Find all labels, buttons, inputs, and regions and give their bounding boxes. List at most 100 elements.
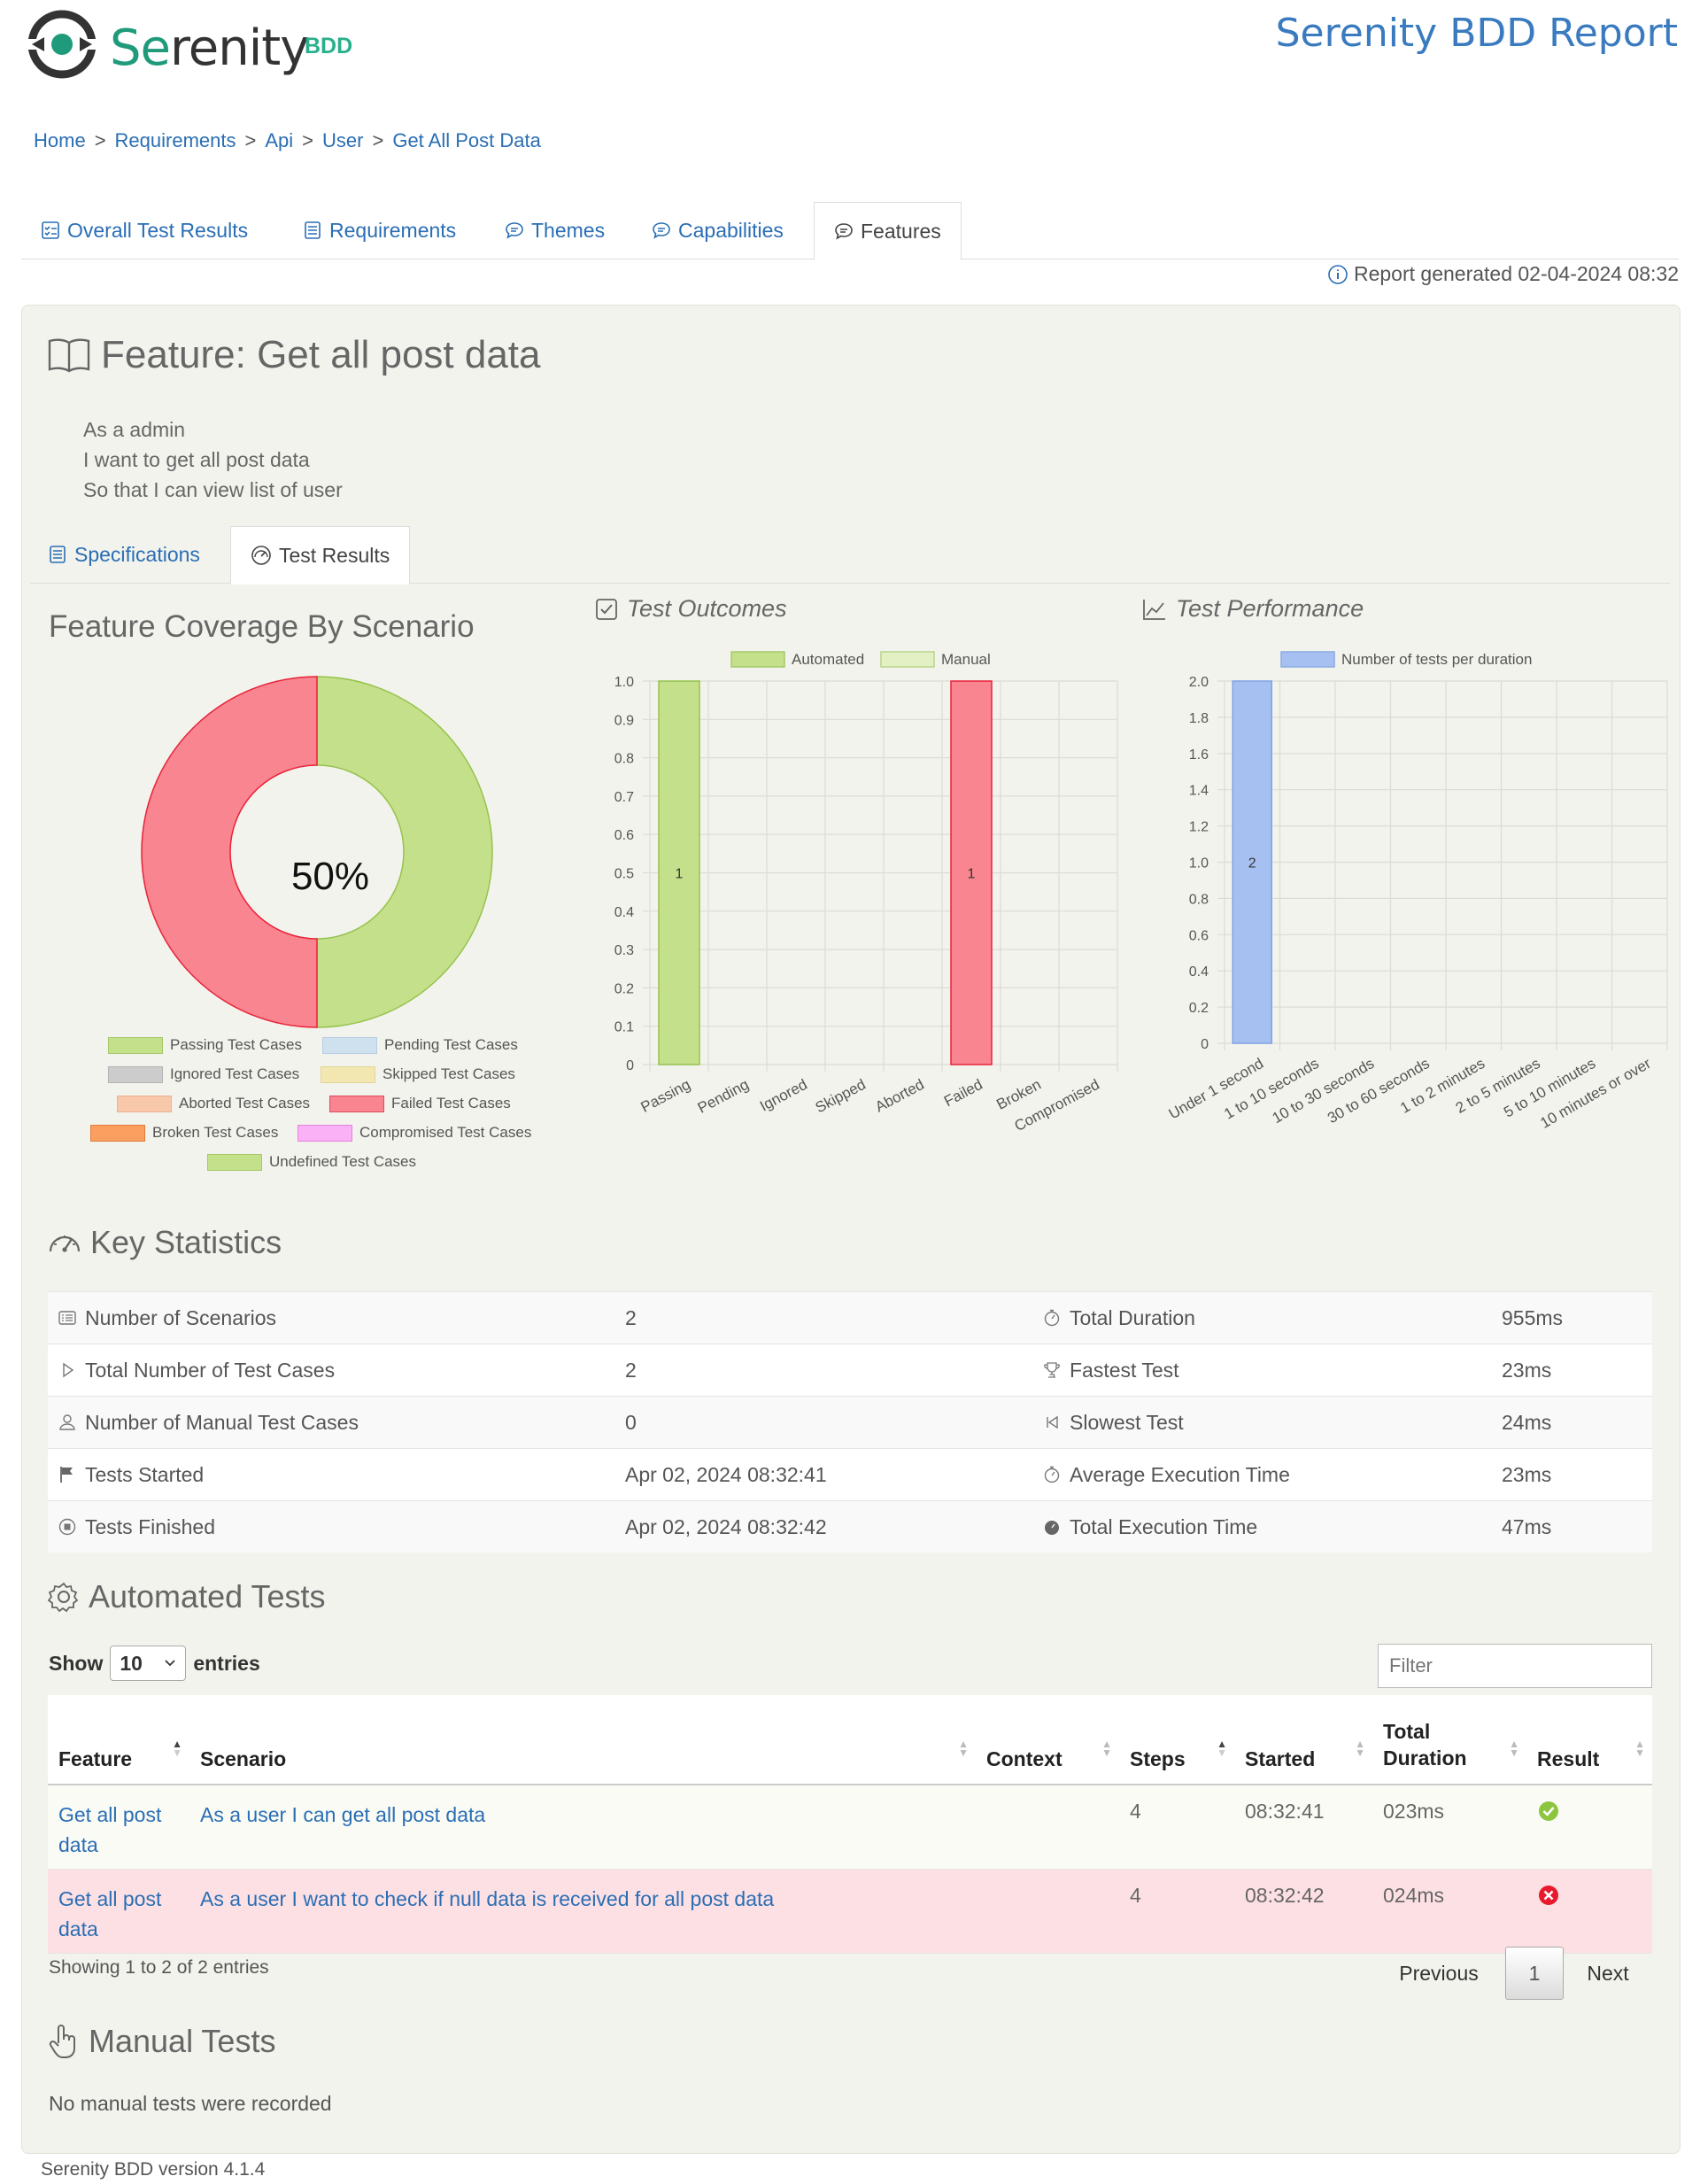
legend-label: Failed Test Cases [391,1095,511,1111]
list-icon [50,546,66,563]
y-tick-label: 1.2 [1189,820,1209,835]
tab-label: Capabilities [678,218,784,242]
narrative-line: So that I can view list of user [83,478,343,501]
legend-item[interactable]: Skipped Test Cases [321,1065,515,1083]
tab-overall-test-results[interactable]: Overall Test Results [41,202,248,259]
feature-narrative: As a admin I want to get all post data S… [83,414,343,505]
y-tick-label: 0.6 [1189,928,1209,943]
stat-value: Apr 02, 2024 08:32:41 [625,1448,1032,1501]
duration-cell: 023ms [1372,1785,1526,1870]
comment-icon [506,222,523,239]
narrative-line: I want to get all post data [83,448,310,471]
stat-label: Total Duration [1070,1305,1195,1329]
manual-tests-empty: No manual tests were recorded [49,2092,332,2115]
legend-item[interactable]: Automated [730,651,864,668]
legend-item[interactable]: Ignored Test Cases [108,1065,299,1083]
donut-slice-failed-test-cases[interactable] [141,676,318,1028]
y-tick-label: 1.4 [1189,784,1209,799]
scenario-link[interactable]: As a user I can get all post data [200,1803,485,1826]
stat-label: Total Number of Test Cases [85,1358,336,1382]
y-tick-label: 0.2 [614,981,634,996]
stat-value: 2 [625,1291,1032,1344]
scenario-link[interactable]: As a user I want to check if null data i… [200,1887,774,1910]
column-header-context[interactable]: Context ▲ ▼ [976,1695,1119,1785]
stat-value: 23ms [1502,1344,1652,1397]
previous-page-button[interactable]: Previous [1381,1947,1496,2000]
filter-input[interactable] [1378,1644,1652,1688]
stat-row: Total Number of Test Cases 2 Fastest Tes… [48,1344,1652,1397]
tab-features[interactable]: Features [814,202,962,260]
column-header-steps[interactable]: Steps ▲ ▼ [1119,1695,1234,1785]
breadcrumb-separator: > [302,129,314,151]
stat-row: Number of Manual Test Cases 0 Slowest Te… [48,1396,1652,1449]
legend-item[interactable]: Manual [880,651,991,668]
legend-swatch [108,1036,163,1054]
feature-tabs: Specifications Test Results [30,526,1670,585]
legend-swatch [321,1065,375,1083]
legend-item[interactable]: Broken Test Cases [90,1124,278,1142]
legend-label: Automated [792,651,864,668]
legend-label: Pending Test Cases [384,1036,518,1053]
tab-capabilities[interactable]: Capabilities [652,202,784,259]
coverage-percent-label: 50% [291,855,369,898]
narrative-line: As a admin [83,418,186,441]
next-page-button[interactable]: Next [1572,1947,1643,2000]
feature-title: Feature: Get all post data [48,333,541,377]
legend-item[interactable]: Undefined Test Cases [207,1153,416,1171]
stopwatch-filled-icon [1045,1518,1059,1535]
logo-suffix: BDD [305,34,353,58]
breadcrumb-current[interactable]: Get All Post Data [392,129,541,151]
tab-label: Features [861,219,941,243]
legend-item[interactable]: Compromised Test Cases [298,1124,531,1142]
report-generated: Report generated 02-04-2024 08:32 [1327,262,1679,286]
breadcrumb-home[interactable]: Home [34,129,86,151]
page-size-select[interactable]: 10 [110,1646,187,1681]
test-performance-chart: Number of tests per duration 0 0.2 0.4 0.6 0.… [1166,651,1668,1132]
stop-icon [58,1518,76,1536]
tab-specifications[interactable]: Specifications [48,526,200,583]
result-cell [1526,1785,1652,1870]
feature-link[interactable]: Get all post data [58,1803,161,1856]
stat-value: Apr 02, 2024 08:32:42 [625,1500,1032,1553]
column-header-scenario[interactable]: Scenario ▲ ▼ [189,1695,976,1785]
column-header-result[interactable]: Result ▲ ▼ [1526,1695,1652,1785]
y-tick-label: 0 [626,1058,634,1073]
tab-requirements[interactable]: Requirements [303,202,456,259]
breadcrumb-api[interactable]: Api [265,129,293,151]
y-tick-label: 0.4 [1189,964,1209,980]
legend-item[interactable]: Passing Test Cases [108,1036,302,1054]
legend-item[interactable]: Number of tests per duration [1280,651,1532,668]
entries-label: entries [193,1651,260,1675]
y-tick-label: 1.0 [614,675,634,690]
y-tick-label: 0.8 [1189,892,1209,907]
list-icon [305,221,321,239]
column-header-started[interactable]: Started ▲ ▼ [1234,1695,1372,1785]
context-cell [976,1785,1119,1870]
steps-cell: 4 [1119,1869,1234,1954]
column-header-feature[interactable]: Feature ▲ ▼ [48,1695,189,1785]
sort-icon: ▲ ▼ [1634,1738,1645,1759]
tab-test-results[interactable]: Test Results [230,526,411,585]
breadcrumb-user[interactable]: User [322,129,363,151]
automated-tests-title-text: Automated Tests [89,1578,326,1615]
context-cell [976,1869,1119,1954]
feature-link[interactable]: Get all post data [58,1887,161,1940]
column-header-total-duration[interactable]: Total Duration ▲ ▼ [1372,1695,1526,1785]
info-icon [1328,264,1348,284]
legend-item[interactable]: Pending Test Cases [322,1036,518,1054]
legend-item[interactable]: Aborted Test Cases [117,1095,310,1112]
footer-version: Serenity BDD version 4.1.4 [41,2159,266,2180]
tab-themes[interactable]: Themes [505,202,605,259]
x-tick-label: Ignored [757,1076,810,1115]
logo: Serenity BDD [27,9,363,80]
stat-label: Number of Scenarios [85,1305,277,1329]
y-tick-label: 0.9 [614,713,634,728]
comment-icon [653,222,670,239]
started-cell: 08:32:42 [1234,1869,1372,1954]
y-tick-label: 0.4 [614,905,634,920]
key-statistics-table: Number of Scenarios 2 Total Duration 955… [48,1291,1652,1553]
legend-item[interactable]: Failed Test Cases [329,1095,511,1112]
page-1-button[interactable]: 1 [1505,1947,1564,2000]
breadcrumb-requirements[interactable]: Requirements [115,129,236,151]
donut-slice-passing-test-cases[interactable] [316,676,493,1028]
